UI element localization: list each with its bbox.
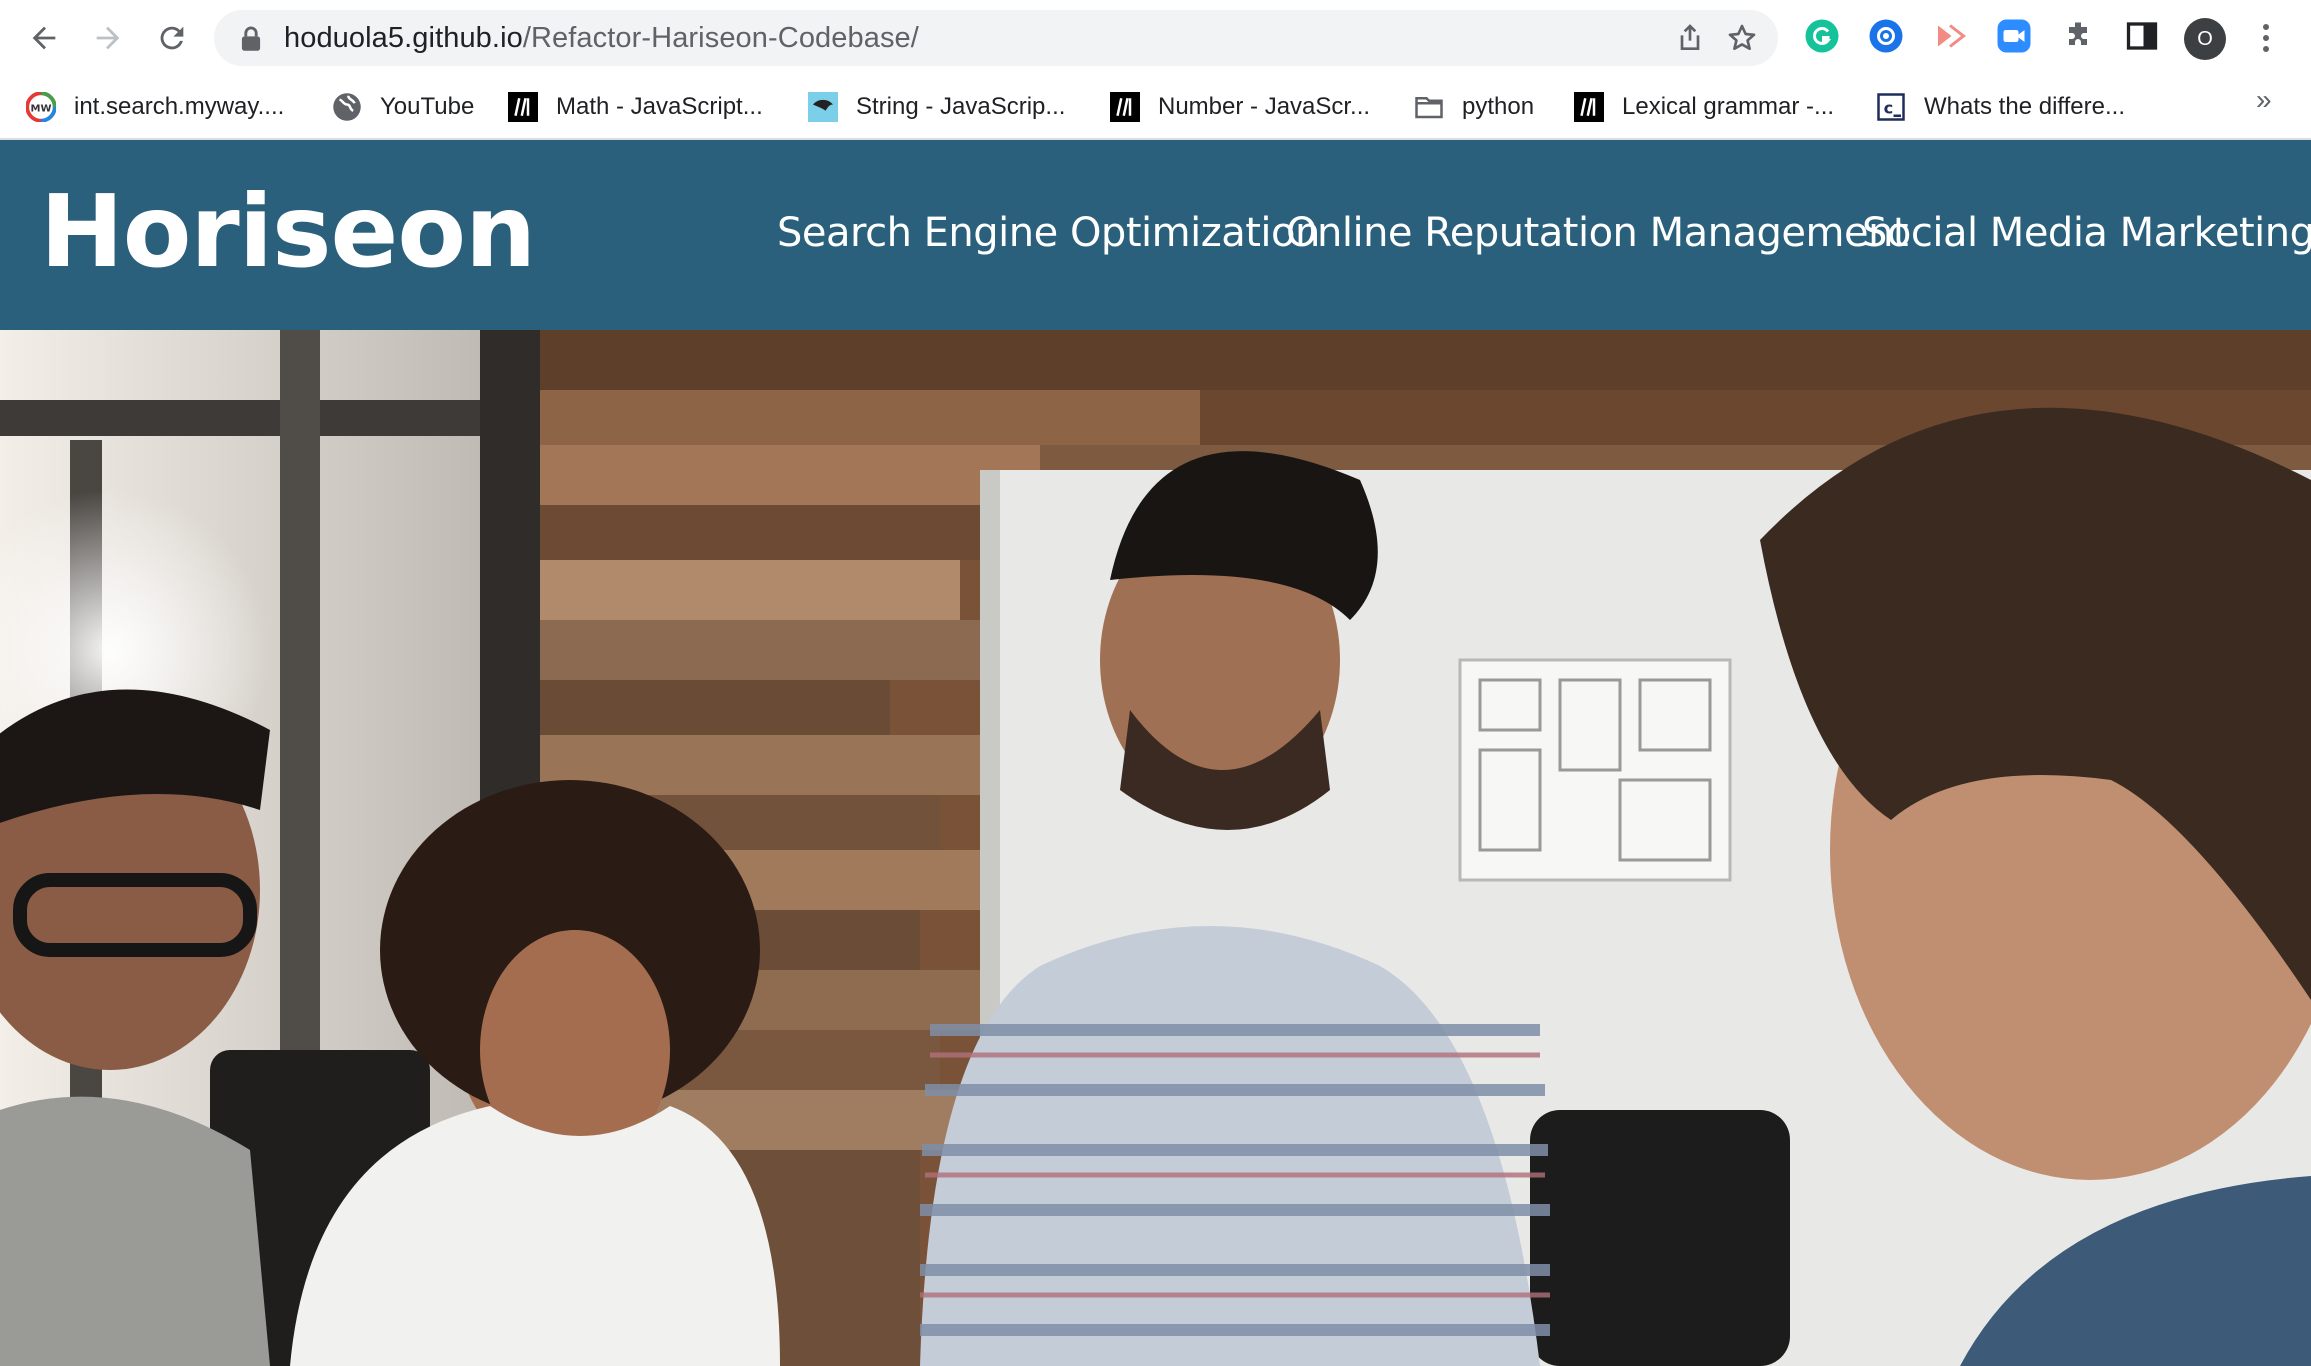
puzzle-extensions-icon xyxy=(2069,22,2087,45)
arrow-right-icon xyxy=(96,26,120,50)
reload-icon xyxy=(160,26,184,50)
profile-avatar[interactable]: O xyxy=(2184,18,2226,60)
address-bar[interactable]: hoduola5.github.io/Refactor-Hariseon-Cod… xyxy=(214,10,1778,66)
extensions-button[interactable] xyxy=(2058,16,2098,56)
grammarly-icon xyxy=(1805,19,1839,53)
lock-icon xyxy=(241,26,261,51)
bookmark-label: Lexical grammar -... xyxy=(1622,93,1835,120)
globe-icon xyxy=(332,92,362,122)
bookmark-label: Number - JavaScr... xyxy=(1158,93,1371,120)
bookmark-label: Math - JavaScript... xyxy=(556,93,763,120)
codecademy-icon: c xyxy=(1876,92,1906,122)
screencast-icon xyxy=(1938,24,1966,48)
forward-button[interactable] xyxy=(84,14,132,62)
side-panel-button[interactable] xyxy=(2122,16,2162,56)
mdn-icon xyxy=(508,92,538,122)
zoom-icon xyxy=(1997,19,2031,53)
zoom-extension[interactable] xyxy=(1994,16,2034,56)
star-bookmark-icon[interactable] xyxy=(1726,22,1758,54)
bookmarks-bar: MW int.search.myway.... YouTube Math - J… xyxy=(0,76,2311,140)
reload-button[interactable] xyxy=(148,14,196,62)
hero-photo-illustration xyxy=(0,330,2311,1366)
share-icon[interactable] xyxy=(1674,22,1706,54)
vpn-icon xyxy=(1869,19,1903,53)
myway-icon: MW xyxy=(26,92,56,122)
bookmark-lexical-grammar[interactable]: Lexical grammar -... xyxy=(1574,86,1834,128)
svg-text:c: c xyxy=(1884,98,1894,117)
mdn-icon xyxy=(1574,92,1604,122)
bookmark-myway[interactable]: MW int.search.myway.... xyxy=(26,86,284,128)
nav-link-seo[interactable]: Search Engine Optimization xyxy=(777,210,1320,256)
arrow-left-icon xyxy=(32,26,56,50)
bookmark-math-javascript[interactable]: Math - JavaScript... xyxy=(508,86,763,128)
bookmarks-overflow-button[interactable]: » xyxy=(2256,84,2272,116)
back-button[interactable] xyxy=(20,14,68,62)
js-bird-icon xyxy=(808,92,838,122)
browser-toolbar: hoduola5.github.io/Refactor-Hariseon-Cod… xyxy=(0,0,2311,76)
url-text[interactable]: hoduola5.github.io/Refactor-Hariseon-Cod… xyxy=(284,10,919,66)
bookmark-number-javascript[interactable]: Number - JavaScr... xyxy=(1110,86,1370,128)
bookmark-label: Whats the differe... xyxy=(1924,93,2125,120)
browser-menu-button[interactable] xyxy=(2254,18,2278,58)
folder-icon xyxy=(1414,92,1444,122)
bookmark-label: String - JavaScrip... xyxy=(856,93,1066,120)
bookmark-whats-the-difference[interactable]: c Whats the differe... xyxy=(1876,86,2125,128)
site-logo[interactable]: Horiseon xyxy=(40,182,536,282)
bookmark-label: YouTube xyxy=(380,93,475,120)
grammarly-extension[interactable] xyxy=(1802,16,1842,56)
bookmark-string-javascript[interactable]: String - JavaScrip... xyxy=(808,86,1065,128)
side-panel-icon xyxy=(2126,22,2158,50)
bookmark-youtube[interactable]: YouTube xyxy=(332,86,474,128)
bookmark-folder-python[interactable]: python xyxy=(1414,86,1534,128)
hero-image xyxy=(0,330,2311,1366)
bookmark-label: int.search.myway.... xyxy=(74,93,285,120)
site-header: Horiseon Search Engine Optimization Onli… xyxy=(0,140,2311,330)
mdn-icon xyxy=(1110,92,1140,122)
screencast-extension[interactable] xyxy=(1930,16,1970,56)
bookmark-label: python xyxy=(1462,93,1535,120)
url-host: hoduola5.github.io xyxy=(284,22,523,54)
url-path: /Refactor-Hariseon-Codebase/ xyxy=(522,22,919,54)
svg-text:MW: MW xyxy=(31,103,52,114)
nav-link-social-media-marketing[interactable]: Social Media Marketing xyxy=(1862,210,2311,256)
nav-link-reputation-management[interactable]: Online Reputation Management xyxy=(1286,210,1909,256)
vpn-extension[interactable] xyxy=(1866,16,1906,56)
